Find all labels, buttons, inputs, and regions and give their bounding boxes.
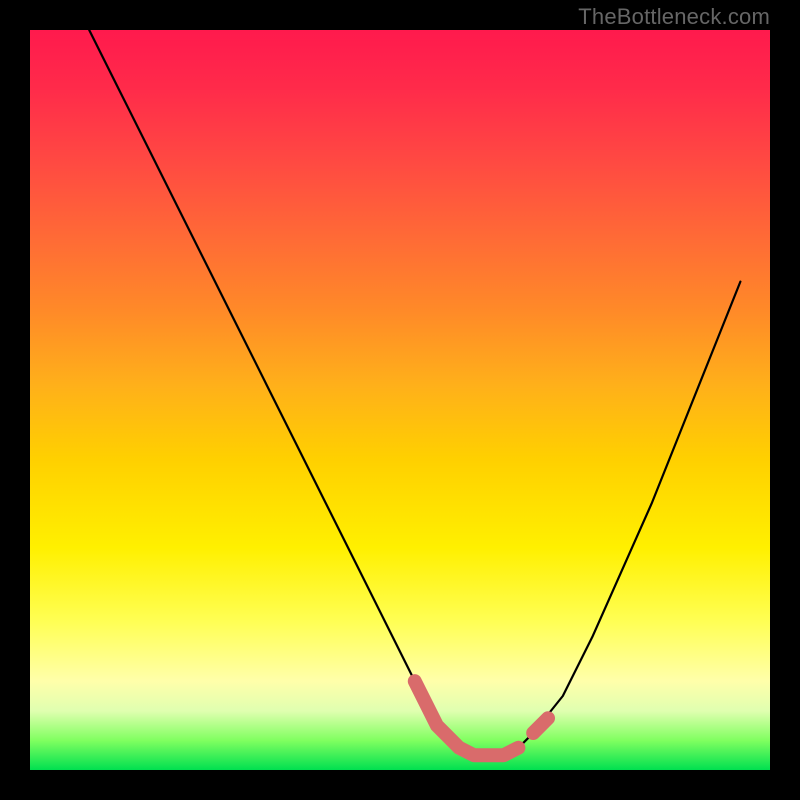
highlight-trough [415, 681, 519, 755]
bottleneck-curve [89, 30, 740, 755]
highlight-right [533, 718, 548, 733]
chart-frame: TheBottleneck.com [0, 0, 800, 800]
plot-area [30, 30, 770, 770]
watermark-text: TheBottleneck.com [578, 4, 770, 30]
bottleneck-curve-svg [30, 30, 770, 770]
